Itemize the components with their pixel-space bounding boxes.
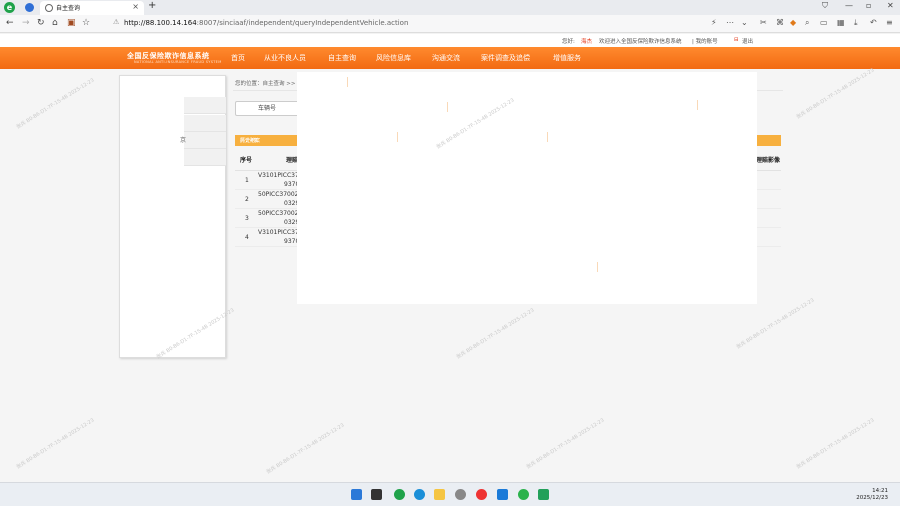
logout-link[interactable]: 退出 bbox=[742, 37, 753, 45]
welcome-text: 欢迎进入全国反保险欺诈信息系统 bbox=[599, 39, 682, 45]
taskbar: 14:21 2025/12/23 bbox=[0, 482, 900, 506]
address-bar[interactable]: http://88.100.14.164:8007/sinciaaf/indep… bbox=[124, 19, 408, 27]
lightning-icon[interactable]: ⚡ bbox=[711, 18, 717, 27]
home-icon[interactable]: ⌂ bbox=[52, 18, 58, 28]
favorite-star-icon[interactable]: ☆ bbox=[82, 18, 90, 28]
clock-time[interactable]: 14:21 bbox=[872, 488, 888, 494]
breadcrumb: 您的位置：自主查询 >> 〉 bbox=[235, 81, 303, 87]
divider bbox=[447, 102, 448, 112]
new-tab-button[interactable]: + bbox=[148, 0, 156, 11]
reload-icon[interactable]: ↻ bbox=[37, 18, 45, 28]
greeting-text: 您好: bbox=[562, 39, 575, 45]
spreadsheet-icon[interactable] bbox=[538, 489, 549, 500]
divider bbox=[597, 262, 598, 272]
task-view-icon[interactable] bbox=[371, 489, 382, 500]
lock-icon: ⚠ bbox=[113, 18, 120, 26]
main-navigation: 全国反保险欺诈信息系统 NATIONAL ANTI-INSURANCE FRAU… bbox=[0, 47, 900, 69]
close-window-button[interactable]: ✕ bbox=[887, 1, 894, 10]
menu-icon[interactable]: ≡ bbox=[886, 18, 893, 27]
scissors-icon[interactable]: ✂ bbox=[760, 18, 767, 27]
chevron-down-icon[interactable]: ⌄ bbox=[741, 18, 748, 27]
undo-icon[interactable]: ↶ bbox=[870, 18, 877, 27]
start-icon[interactable] bbox=[351, 489, 362, 500]
row-index: 2 bbox=[245, 196, 249, 203]
claim-code-line1: V3101PICC37 bbox=[258, 172, 299, 179]
side-menu-item[interactable] bbox=[184, 149, 226, 166]
minimize-button[interactable]: — bbox=[845, 1, 853, 10]
folder-icon[interactable] bbox=[434, 489, 445, 500]
side-menu-item[interactable] bbox=[184, 132, 226, 149]
row-index: 4 bbox=[245, 234, 249, 241]
menu-case-investigation[interactable]: 案件调查及追偿 bbox=[481, 53, 530, 63]
user-name[interactable]: 海杰 bbox=[581, 37, 592, 45]
grid-icon[interactable]: ▦ bbox=[837, 18, 845, 27]
claim-code-line2: 9370 bbox=[284, 181, 300, 188]
menu-value-added[interactable]: 增值服务 bbox=[553, 53, 581, 63]
url-path: :8007/sinciaaf/independent/queryIndepend… bbox=[196, 19, 409, 27]
edge-icon[interactable] bbox=[414, 489, 425, 500]
row-index: 3 bbox=[245, 215, 249, 222]
window-icon[interactable]: ▭ bbox=[820, 18, 828, 27]
browser-logo-icon[interactable]: e bbox=[4, 2, 15, 13]
clock-date[interactable]: 2025/12/23 bbox=[856, 495, 888, 501]
claim-code[interactable]: V3101PICC37 9370 bbox=[258, 171, 299, 189]
claim-code-line1: V3101PICC37 bbox=[258, 229, 299, 236]
claim-code[interactable]: V3101PICC37 9370 bbox=[258, 228, 299, 246]
claim-code-line1: 50PICC37002 bbox=[258, 210, 299, 217]
logout-icon[interactable]: ⊟ bbox=[734, 37, 739, 43]
claim-code[interactable]: 50PICC37002 0329 bbox=[258, 190, 299, 208]
menu-communication[interactable]: 沟通交流 bbox=[432, 53, 460, 63]
wechat-icon[interactable] bbox=[518, 489, 529, 500]
menu-risk-library[interactable]: 风险信息库 bbox=[376, 53, 411, 63]
menu-bad-personnel[interactable]: 从业不良人员 bbox=[264, 53, 306, 63]
menu-home[interactable]: 首页 bbox=[231, 53, 245, 63]
side-menu-item[interactable] bbox=[184, 97, 226, 114]
extension-icon[interactable]: ◆ bbox=[790, 18, 796, 27]
more-icon[interactable]: ⋯ bbox=[726, 18, 734, 27]
maximize-button[interactable]: ▫ bbox=[866, 1, 871, 10]
side-label: 京 bbox=[180, 137, 187, 144]
brand-logo-en: NATIONAL ANTI-INSURANCE FRAUD SYSTEM bbox=[134, 60, 222, 64]
forward-icon[interactable]: → bbox=[22, 18, 30, 28]
browser-tab[interactable]: 自主查询 × bbox=[40, 1, 144, 15]
overlay-dialog[interactable] bbox=[297, 72, 757, 304]
claim-code-line2: 0329 bbox=[284, 200, 300, 207]
game-icon[interactable]: ⌘ bbox=[776, 18, 784, 27]
row-index: 1 bbox=[245, 177, 249, 184]
back-icon[interactable]: ← bbox=[6, 18, 14, 28]
side-menu-item[interactable] bbox=[184, 115, 226, 132]
workspace-icon[interactable] bbox=[25, 3, 34, 12]
download-icon[interactable]: ⤓ bbox=[854, 18, 858, 28]
side-panel bbox=[119, 75, 226, 358]
divider bbox=[347, 77, 348, 87]
my-account-link[interactable]: | 我的账号 bbox=[692, 37, 718, 45]
divider bbox=[547, 132, 548, 142]
browser-tab-bar: e 自主查询 × + ⛉ — ▫ ✕ bbox=[0, 0, 900, 15]
browser-toolbar: ← → ↻ ⌂ ▣ ☆ ⚠ http://88.100.14.164:8007/… bbox=[0, 15, 900, 33]
bag-icon[interactable]: ▣ bbox=[67, 18, 76, 28]
tab-close-button[interactable]: × bbox=[132, 2, 139, 11]
chat-app-icon[interactable] bbox=[497, 489, 508, 500]
url-host: http://88.100.14.164 bbox=[124, 19, 197, 27]
column-header-index: 序号 bbox=[240, 157, 253, 164]
claim-code-line1: 50PICC37002 bbox=[258, 191, 299, 198]
globe-icon bbox=[45, 4, 53, 12]
claim-code-line2: 9370 bbox=[284, 238, 300, 245]
divider bbox=[697, 100, 698, 110]
menu-self-query[interactable]: 自主查询 bbox=[328, 53, 356, 63]
pin-icon[interactable]: ⛉ bbox=[822, 1, 828, 11]
chrome-icon[interactable] bbox=[476, 489, 487, 500]
record-count: 共计4条 bbox=[240, 138, 259, 144]
search-app-icon[interactable] bbox=[455, 489, 466, 500]
plate-number-field[interactable]: 车辆号 bbox=[235, 101, 299, 116]
site-utility-bar: 您好: 海杰 欢迎进入全国反保险欺诈信息系统 | 我的账号 ⊟ 退出 bbox=[0, 34, 900, 47]
search-icon[interactable]: ⌕ bbox=[805, 18, 809, 28]
column-header-claim-image: 理赔影像 bbox=[756, 157, 781, 164]
claim-code[interactable]: 50PICC37002 0329 bbox=[258, 209, 299, 227]
claim-code-line2: 0329 bbox=[284, 219, 300, 226]
divider bbox=[397, 132, 398, 142]
tab-title: 自主查询 bbox=[56, 5, 81, 12]
browser-taskbar-icon[interactable] bbox=[394, 489, 405, 500]
